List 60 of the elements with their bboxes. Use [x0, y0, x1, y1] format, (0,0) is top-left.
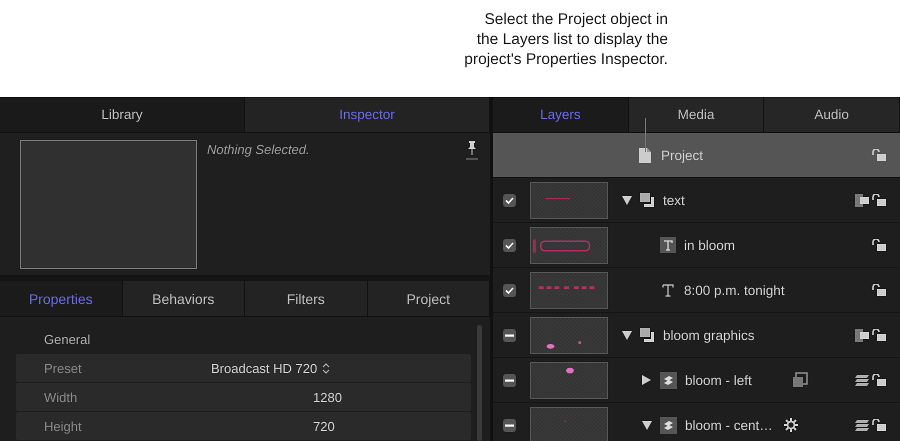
blend-icon[interactable]: [855, 328, 869, 342]
lock-icon[interactable]: [872, 419, 886, 431]
pin-icon[interactable]: [466, 140, 478, 162]
layer-name: Project: [661, 148, 704, 162]
property-value[interactable]: 1280: [166, 390, 471, 404]
leader-line: [645, 118, 646, 152]
layer-checkbox[interactable]: [503, 328, 516, 342]
image-layer-icon: [660, 416, 677, 434]
layer-checkbox[interactable]: [503, 284, 516, 296]
disclosure-triangle-icon[interactable]: [642, 420, 652, 430]
up-down-arrows-icon[interactable]: [322, 362, 330, 374]
properties-section-tab[interactable]: Project: [368, 281, 490, 317]
lock-icon[interactable]: [872, 239, 886, 251]
image-layer-icon: [660, 372, 677, 388]
layer-checkbox[interactable]: [503, 374, 516, 386]
panel-tab[interactable]: Library: [0, 97, 245, 133]
layer-name[interactable]: bloom graphics: [663, 328, 755, 342]
settings-icon[interactable]: [782, 417, 799, 433]
disclosure-triangle-icon[interactable]: [622, 330, 632, 340]
property-label: Width: [43, 390, 78, 404]
blend-icon[interactable]: [855, 194, 869, 206]
text-icon: [660, 237, 676, 253]
stack-icon[interactable]: [854, 419, 869, 431]
project-row[interactable]: Project: [493, 133, 900, 177]
property-label: Height: [43, 418, 83, 434]
panel-tab[interactable]: Inspector: [245, 97, 490, 133]
document-icon: [639, 148, 651, 162]
layer-name[interactable]: in bloom: [684, 238, 736, 252]
lock-icon[interactable]: [872, 329, 886, 341]
layer-checkbox[interactable]: [503, 418, 516, 432]
layer-name[interactable]: bloom - left: [685, 372, 752, 388]
stack-icon[interactable]: [854, 374, 869, 386]
lock-icon[interactable]: [872, 284, 886, 296]
disclosure-triangle-icon[interactable]: [622, 196, 632, 204]
layer-name[interactable]: 8:00 p.m. tonight: [684, 282, 785, 298]
layer-name[interactable]: bloom - cent…: [685, 418, 773, 432]
scrollbar[interactable]: [477, 325, 482, 441]
properties-section-tab[interactable]: Behaviors: [122, 281, 245, 317]
panel-tab[interactable]: Layers: [493, 97, 629, 133]
layer-name[interactable]: text: [663, 192, 685, 208]
lock-icon[interactable]: [872, 149, 886, 161]
lock-icon[interactable]: [872, 374, 886, 386]
callout-text: Select the Project object in the Layers list to display the project's Properties Inspector.: [464, 10, 668, 70]
status-text: Nothing Selected.: [207, 141, 311, 159]
property-label: Preset: [43, 360, 83, 376]
panel-tab[interactable]: Audio: [764, 97, 900, 133]
layers-icon: [640, 328, 655, 342]
layer-checkbox[interactable]: [503, 194, 516, 206]
mask-icon[interactable]: [792, 372, 808, 388]
text-icon: [660, 282, 676, 298]
panel-tab[interactable]: Media: [628, 97, 764, 133]
section-heading: General: [43, 330, 92, 348]
lock-icon[interactable]: [872, 194, 886, 206]
disclosure-triangle-icon[interactable]: [642, 375, 651, 385]
properties-section-tab[interactable]: Filters: [245, 281, 368, 317]
preset-popup[interactable]: Broadcast HD 720: [166, 360, 471, 376]
properties-section-tab[interactable]: Properties: [0, 281, 122, 317]
layers-icon: [640, 193, 655, 207]
layer-checkbox[interactable]: [503, 238, 516, 252]
property-value[interactable]: 720: [166, 418, 471, 434]
